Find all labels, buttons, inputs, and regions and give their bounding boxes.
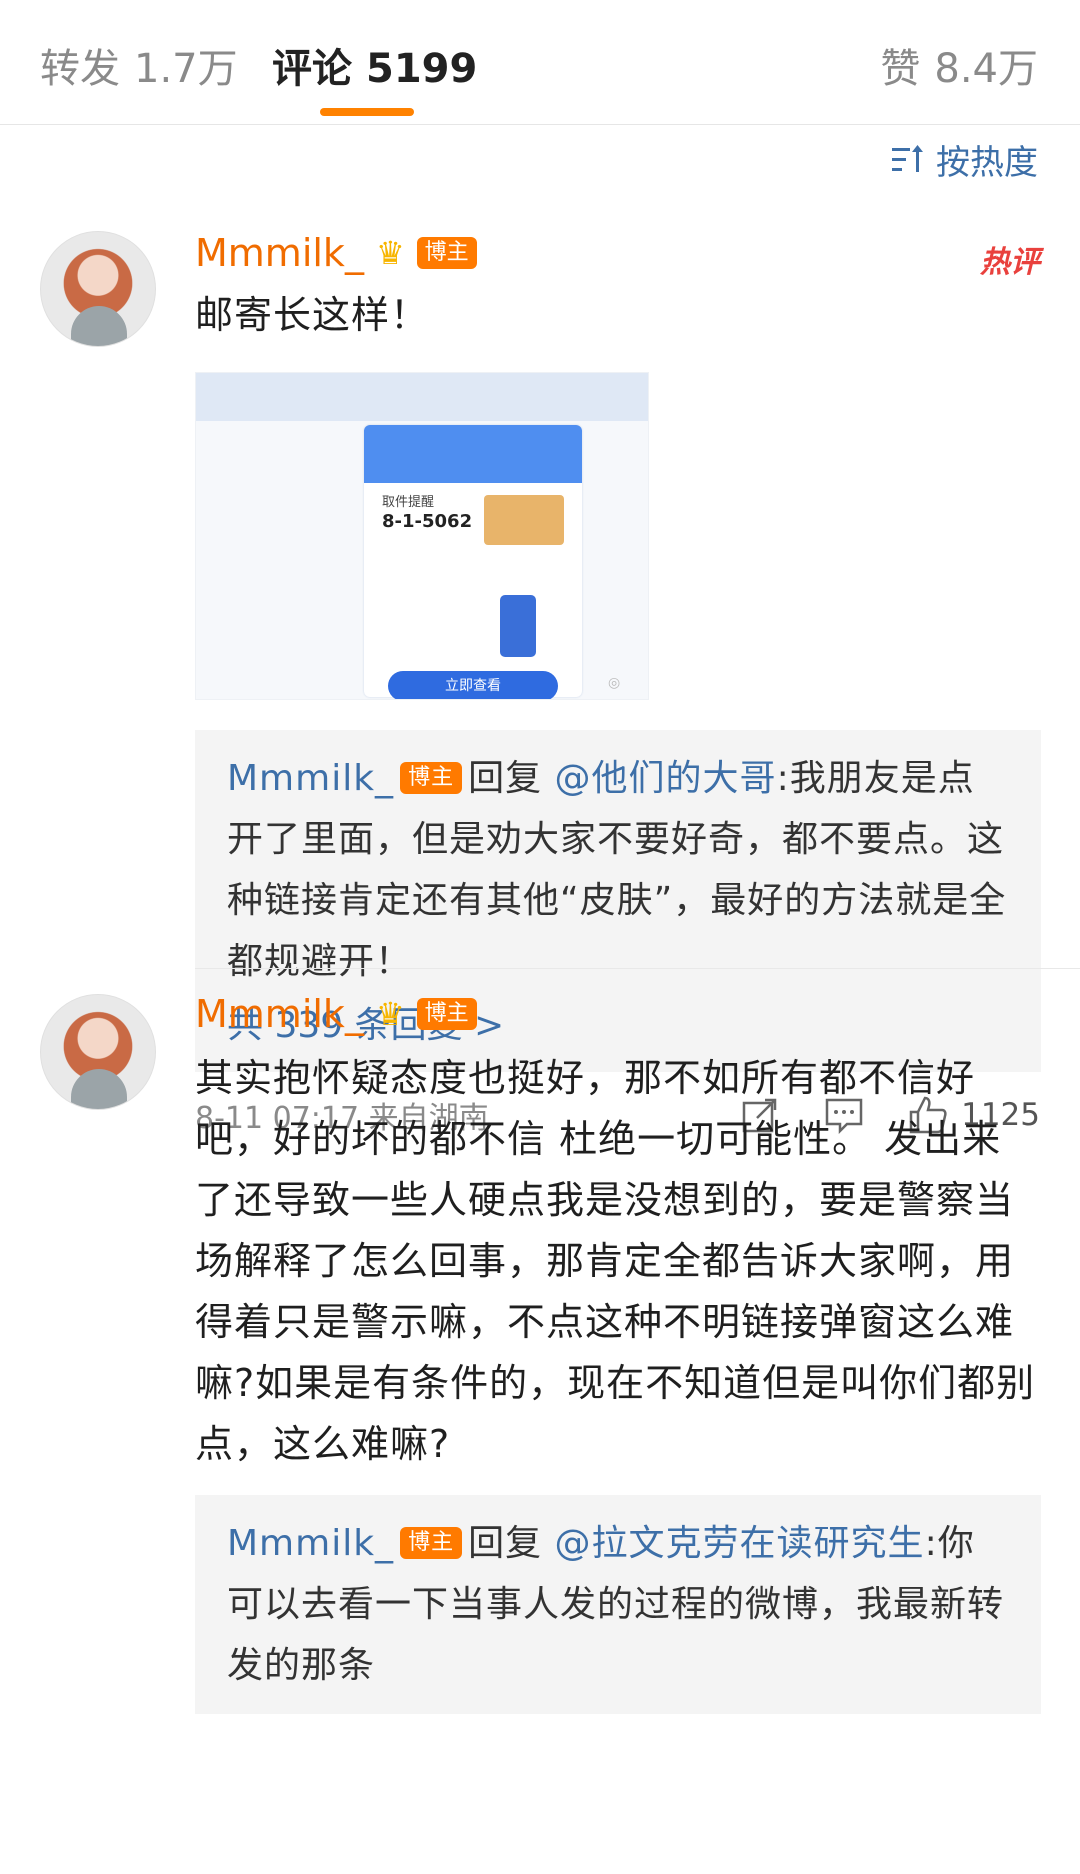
avatar[interactable]: [40, 994, 156, 1110]
tab-repost-count: 1.7万: [134, 46, 238, 92]
sort-row: 按热度: [0, 125, 1080, 195]
tab-repost[interactable]: 转发 1.7万: [40, 36, 238, 94]
tab-repost-label: 转发: [40, 46, 120, 92]
comment-text: 邮寄长这样！: [195, 293, 430, 337]
reply-text: Mmmilk_ 博主 回复 @他们的大哥:我朋友是点开了里面，但是劝大家不要好奇，都…: [227, 748, 1011, 992]
reply-box[interactable]: Mmmilk_ 博主 回复 @拉文克劳在读研究生:你可以去看一下当事人发的过程的微博…: [195, 1495, 1041, 1714]
comment-item: 热评 Mmmilk_ ♛ 博主 邮寄长这样！ 取件提醒 8-1-5062 立即查…: [0, 195, 1080, 1136]
reply-mention[interactable]: @他们的大哥: [555, 758, 777, 799]
tab-like[interactable]: 赞 8.4万: [880, 36, 1038, 94]
reply-username[interactable]: Mmmilk_: [227, 758, 394, 799]
tab-like-count: 8.4万: [934, 46, 1038, 92]
reply-verb: 回复: [468, 1523, 543, 1564]
author-badge: 博主: [416, 998, 477, 1030]
reply-verb: 回复: [468, 758, 543, 799]
reply-username[interactable]: Mmmilk_: [227, 1523, 394, 1564]
tab-comment-label: 评论: [272, 46, 352, 92]
pickup-code: 8-1-5062: [382, 511, 473, 532]
sort-label: 按热度: [936, 143, 1038, 183]
tab-comment-count: 5199: [366, 46, 478, 92]
comment-image[interactable]: 取件提醒 8-1-5062 立即查看 ◎: [195, 372, 649, 700]
reply-mention[interactable]: @拉文克劳在读研究生: [555, 1523, 925, 1564]
avatar[interactable]: [40, 231, 156, 347]
pickup-label: 取件提醒: [382, 495, 435, 510]
pos-device-icon: [500, 595, 536, 657]
crown-icon: ♛: [375, 234, 405, 272]
active-tab-indicator: [320, 108, 414, 116]
comment-username[interactable]: Mmmilk_: [195, 992, 364, 1036]
sort-lines-icon: [892, 144, 923, 172]
comment-username[interactable]: Mmmilk_: [195, 231, 364, 275]
reply-author-badge: 博主: [400, 762, 463, 794]
reply-text: Mmmilk_ 博主 回复 @拉文克劳在读研究生:你可以去看一下当事人发的过程的微博…: [227, 1513, 1011, 1696]
reply-author-badge: 博主: [400, 1527, 463, 1559]
view-now-button: 立即查看: [388, 671, 558, 699]
sort-by-hot-button[interactable]: 按热度: [890, 135, 1038, 184]
comment-item: Mmmilk_ ♛ 博主 其实抱怀疑态度也挺好，那不如所有都不信好吧，好的坏的都…: [0, 968, 1080, 1874]
screenshot-browser-bar: [196, 373, 648, 421]
crown-icon: ♛: [375, 995, 405, 1033]
tab-like-label: 赞: [880, 46, 921, 92]
author-badge: 博主: [416, 237, 477, 269]
weibo-watermark-icon: ◎: [608, 675, 621, 691]
truck-icon: [484, 495, 564, 545]
tab-comment[interactable]: 评论 5199: [272, 36, 477, 94]
comment-text: 其实抱怀疑态度也挺好，那不如所有都不信好吧，好的坏的都不信 杜绝一切可能性。 发…: [195, 1056, 1036, 1466]
tab-bar: 转发 1.7万 评论 5199 赞 8.4万: [0, 0, 1080, 125]
screenshot-phone-card: 取件提醒 8-1-5062 立即查看: [364, 425, 582, 699]
